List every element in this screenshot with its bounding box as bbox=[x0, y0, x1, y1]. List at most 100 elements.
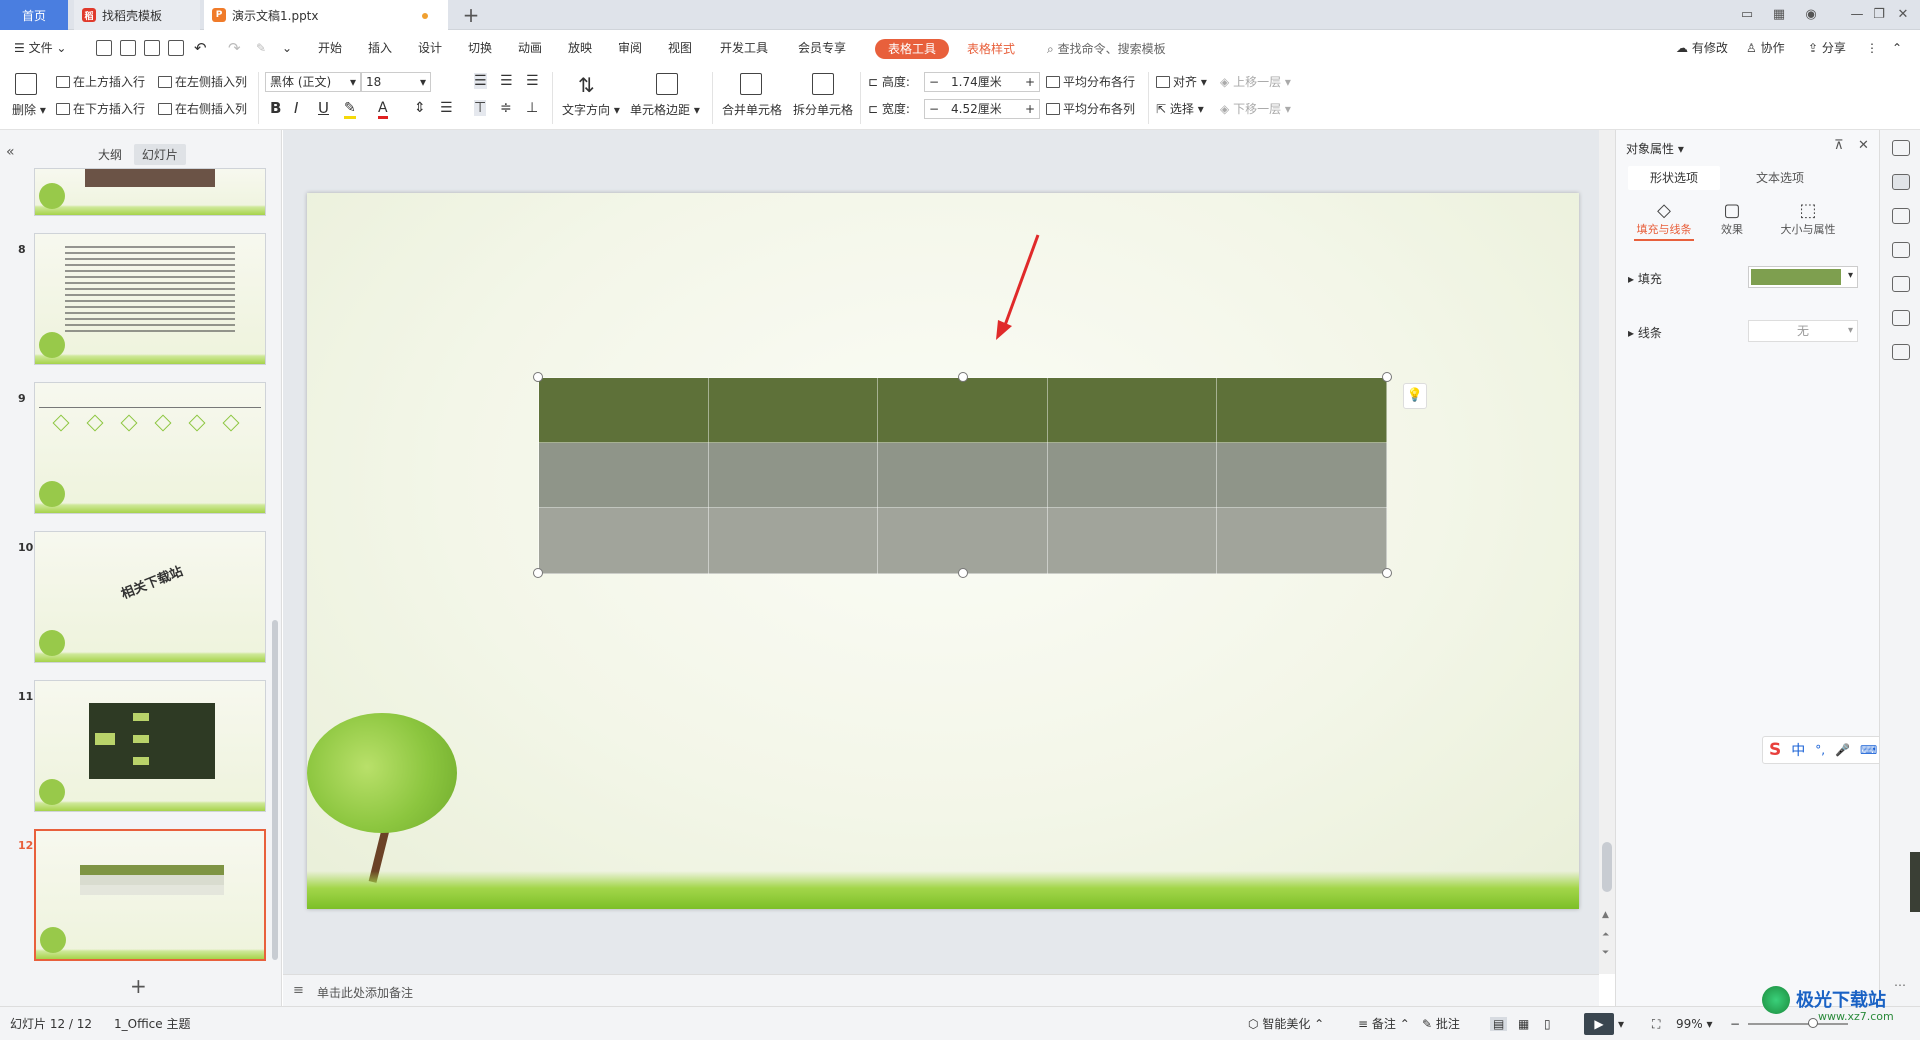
add-slide-button[interactable]: + bbox=[130, 974, 147, 998]
comments-button[interactable]: ✎ 批注 bbox=[1422, 1017, 1460, 1031]
collapse-pane-icon[interactable]: « bbox=[6, 144, 15, 160]
tab-view[interactable]: 视图 bbox=[668, 38, 692, 58]
new-tab-button[interactable]: + bbox=[458, 0, 484, 30]
table-cell[interactable] bbox=[877, 507, 1048, 574]
tab-start[interactable]: 开始 bbox=[318, 38, 342, 58]
thumbnail-scrollbar[interactable] bbox=[272, 620, 278, 960]
properties-icon[interactable] bbox=[1892, 174, 1910, 190]
fill-section-toggle[interactable]: ▸ 填充 bbox=[1628, 270, 1662, 287]
zoom-out-icon[interactable]: − bbox=[1730, 1017, 1740, 1031]
reading-view-icon[interactable]: ▯ bbox=[1544, 1017, 1551, 1031]
delete-button[interactable]: 删除 ▾ bbox=[12, 102, 46, 118]
plus-icon[interactable]: + bbox=[1025, 100, 1035, 118]
resize-handle[interactable] bbox=[958, 568, 968, 578]
minimize-button[interactable]: — bbox=[1846, 6, 1868, 24]
smart-suggestion-bulb-icon[interactable]: 💡 bbox=[1403, 383, 1427, 409]
resize-handle[interactable] bbox=[1382, 372, 1392, 382]
table-cell[interactable] bbox=[1216, 442, 1387, 508]
prev-slide-icon[interactable]: ⏶ bbox=[1602, 930, 1609, 940]
avatar[interactable]: ◉ bbox=[1800, 6, 1822, 24]
line-spacing-icon[interactable]: ⇕ bbox=[414, 100, 426, 116]
row-height-field[interactable]: −1.74厘米 + bbox=[924, 72, 1040, 92]
bold-button[interactable]: B bbox=[270, 100, 281, 116]
resize-handle[interactable] bbox=[533, 568, 543, 578]
cell-margin-button[interactable]: 单元格边距 ▾ bbox=[630, 102, 700, 118]
align-middle-icon[interactable]: ≑ bbox=[500, 100, 512, 116]
table-cell[interactable] bbox=[538, 507, 709, 574]
tab-insert[interactable]: 插入 bbox=[368, 38, 392, 58]
notes-bar[interactable]: ≡ 单击此处添加备注 bbox=[283, 974, 1599, 1006]
insert-col-right-button[interactable]: 在右侧插入列 bbox=[158, 101, 247, 117]
slide-thumbnail-12[interactable] bbox=[34, 829, 266, 961]
tab-member[interactable]: 会员专享 bbox=[798, 38, 846, 58]
undo-icon[interactable]: ↶ bbox=[194, 38, 207, 58]
fit-window-icon[interactable]: ⛶ bbox=[1652, 1017, 1660, 1031]
fill-line-tab[interactable]: ◇ 填充与线条 bbox=[1634, 200, 1694, 241]
insert-row-below-button[interactable]: 在下方插入行 bbox=[56, 101, 145, 117]
minus-icon[interactable]: − bbox=[929, 73, 939, 91]
tab-template[interactable]: 稻 找稻壳模板 bbox=[74, 0, 200, 30]
line-style-select[interactable]: 无 ▾ bbox=[1748, 320, 1858, 342]
tab-text-options[interactable]: 文本选项 bbox=[1740, 166, 1820, 190]
table-cell[interactable] bbox=[1046, 377, 1218, 443]
location-icon[interactable] bbox=[1892, 310, 1910, 326]
slideshow-dropdown-icon[interactable]: ▾ bbox=[1618, 1017, 1624, 1031]
print-icon[interactable] bbox=[144, 40, 160, 56]
file-menu[interactable]: ☰ 文件 ⌄ bbox=[14, 38, 66, 58]
minus-icon[interactable]: − bbox=[929, 100, 939, 118]
table-cell[interactable] bbox=[1216, 507, 1387, 574]
pin-icon[interactable]: ⊼ bbox=[1834, 138, 1844, 153]
insert-row-above-button[interactable]: 在上方插入行 bbox=[56, 74, 145, 90]
align-button[interactable]: 对齐 ▾ bbox=[1156, 74, 1207, 90]
save-icon[interactable] bbox=[96, 40, 112, 56]
tab-shape-options[interactable]: 形状选项 bbox=[1628, 166, 1720, 190]
restore-button[interactable]: ❐ bbox=[1868, 6, 1890, 24]
table-cell[interactable] bbox=[1046, 442, 1218, 508]
font-color-icon[interactable]: A bbox=[378, 100, 388, 119]
align-center-icon[interactable]: ☰ bbox=[500, 73, 513, 89]
sorter-view-icon[interactable]: ▦ bbox=[1518, 1017, 1529, 1031]
resize-handle[interactable] bbox=[1382, 568, 1392, 578]
scrollbar-thumb[interactable] bbox=[1602, 842, 1612, 892]
tab-table-tools[interactable]: 表格工具 bbox=[875, 39, 949, 59]
format-painter-icon[interactable]: ✎ bbox=[256, 38, 266, 58]
slide-table[interactable] bbox=[538, 377, 1387, 574]
close-window-button[interactable]: ✕ bbox=[1892, 6, 1914, 24]
effect-tab[interactable]: ▢ 效果 bbox=[1712, 200, 1752, 237]
insert-col-left-button[interactable]: 在左侧插入列 bbox=[158, 74, 247, 90]
bring-forward-button[interactable]: ◈ 上移一层 ▾ bbox=[1220, 74, 1291, 90]
slide-thumbnail-8[interactable] bbox=[34, 233, 266, 365]
distribute-rows-button[interactable]: 平均分布各行 bbox=[1046, 74, 1135, 90]
table-cell[interactable] bbox=[1046, 507, 1218, 574]
table-cell[interactable] bbox=[538, 377, 709, 443]
merge-cells-button[interactable]: 合并单元格 bbox=[722, 102, 782, 118]
slide-thumbnail-10[interactable]: 相关下载站 bbox=[34, 531, 266, 663]
collaborate-button[interactable]: ♙ 协作 bbox=[1746, 38, 1785, 58]
tab-home[interactable]: 首页 bbox=[0, 0, 68, 30]
tab-transition[interactable]: 切换 bbox=[468, 38, 492, 58]
close-pane-icon[interactable]: ✕ bbox=[1858, 138, 1869, 153]
export-pdf-icon[interactable] bbox=[120, 40, 136, 56]
smart-beautify-button[interactable]: ⬡ 智能美化 ⌃ bbox=[1248, 1017, 1324, 1031]
tab-developer[interactable]: 开发工具 bbox=[720, 38, 768, 58]
table-cell[interactable] bbox=[707, 442, 879, 508]
more-menu-icon[interactable]: ⋮ bbox=[1866, 38, 1878, 58]
table-cell[interactable] bbox=[538, 442, 709, 508]
list-icon[interactable]: ☰ bbox=[440, 100, 453, 116]
resize-handle[interactable] bbox=[533, 372, 543, 382]
plus-icon[interactable]: + bbox=[1025, 73, 1035, 91]
collapse-ribbon-icon[interactable]: ⌃ bbox=[1892, 38, 1902, 58]
window-layout-icon[interactable]: ▭ bbox=[1736, 6, 1758, 24]
table-cell[interactable] bbox=[707, 377, 879, 443]
send-backward-button[interactable]: ◈ 下移一层 ▾ bbox=[1220, 101, 1291, 117]
slide-thumbnail-11[interactable] bbox=[34, 680, 266, 812]
table-cell[interactable] bbox=[877, 442, 1048, 508]
tab-slides[interactable]: 幻灯片 bbox=[133, 144, 186, 165]
underline-button[interactable]: U bbox=[318, 100, 329, 116]
align-right-icon[interactable]: ☰ bbox=[526, 73, 539, 89]
tab-design[interactable]: 设计 bbox=[418, 38, 442, 58]
punctuation-icon[interactable]: °, bbox=[1815, 743, 1825, 757]
book-icon[interactable] bbox=[1892, 344, 1910, 360]
font-family-select[interactable]: 黑体 (正文) ▾ bbox=[265, 72, 361, 92]
canvas-scrollbar[interactable]: ▲ ⏶ ⏷ bbox=[1599, 130, 1615, 974]
